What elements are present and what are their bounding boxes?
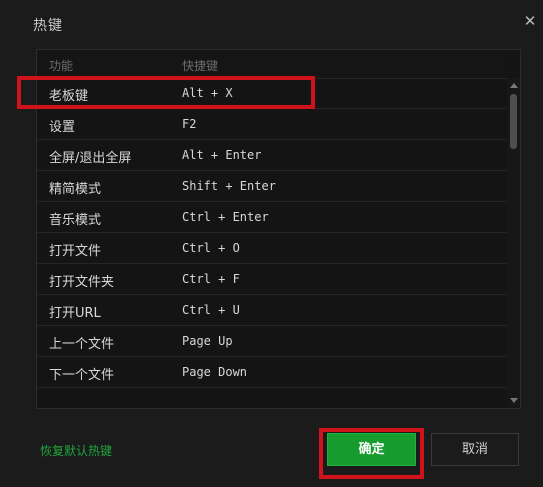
row-function: 下一个文件	[49, 368, 115, 383]
row-shortcut[interactable]: Shift + Enter	[182, 179, 276, 193]
table-row[interactable]: 精简模式 Shift + Enter	[37, 171, 507, 202]
row-function: 打开文件	[49, 244, 102, 259]
row-shortcut[interactable]: Page Down	[182, 365, 247, 379]
row-shortcut[interactable]: Page Up	[182, 334, 233, 348]
table-scrollbar[interactable]	[507, 78, 520, 408]
row-shortcut[interactable]: Ctrl + U	[182, 303, 240, 317]
table-row[interactable]: 打开文件夹 Ctrl + F	[37, 264, 507, 295]
close-icon[interactable]: ✕	[522, 13, 538, 29]
row-function: 老板键	[49, 89, 89, 104]
row-function: 精简模式	[49, 182, 102, 197]
row-shortcut[interactable]: F2	[182, 117, 196, 131]
column-header-shortcut: 快捷键	[182, 59, 219, 73]
restore-defaults-link[interactable]: 恢复默认热键	[40, 442, 112, 459]
table-row[interactable]: 老板键 Alt + X	[37, 78, 507, 109]
table-header: 功能 快捷键	[37, 50, 507, 79]
row-function: 上一个文件	[49, 337, 115, 352]
row-shortcut[interactable]: Alt + Enter	[182, 148, 261, 162]
table-row[interactable]: 打开文件 Ctrl + O	[37, 233, 507, 264]
table-row[interactable]: 全屏/退出全屏 Alt + Enter	[37, 140, 507, 171]
row-shortcut[interactable]: Ctrl + Enter	[182, 210, 269, 224]
cancel-button[interactable]: 取消	[431, 433, 519, 466]
row-shortcut[interactable]: Alt + X	[182, 86, 233, 100]
dialog-title: 热键	[33, 18, 63, 34]
row-shortcut[interactable]: Ctrl + F	[182, 272, 240, 286]
table-body: 老板键 Alt + X 设置 F2 全屏/退出全屏 Alt + Enter 精简…	[37, 78, 507, 388]
hotkey-table: 功能 快捷键 老板键 Alt + X 设置 F2 全屏/退出全屏 Alt + E…	[36, 49, 521, 409]
row-function: 音乐模式	[49, 213, 102, 228]
table-row[interactable]: 音乐模式 Ctrl + Enter	[37, 202, 507, 233]
row-shortcut[interactable]: Ctrl + O	[182, 241, 240, 255]
row-function: 全屏/退出全屏	[49, 151, 132, 166]
row-function: 设置	[49, 120, 76, 135]
row-function: 打开文件夹	[49, 275, 115, 290]
scroll-down-arrow-icon[interactable]	[510, 398, 518, 403]
row-function: 打开URL	[49, 306, 101, 321]
scroll-up-arrow-icon[interactable]	[510, 83, 518, 88]
scrollbar-thumb[interactable]	[510, 94, 517, 149]
table-row[interactable]: 上一个文件 Page Up	[37, 326, 507, 357]
table-row[interactable]: 打开URL Ctrl + U	[37, 295, 507, 326]
table-row[interactable]: 设置 F2	[37, 109, 507, 140]
column-header-function: 功能	[49, 59, 74, 73]
table-row[interactable]: 下一个文件 Page Down	[37, 357, 507, 388]
ok-button[interactable]: 确定	[327, 433, 416, 466]
